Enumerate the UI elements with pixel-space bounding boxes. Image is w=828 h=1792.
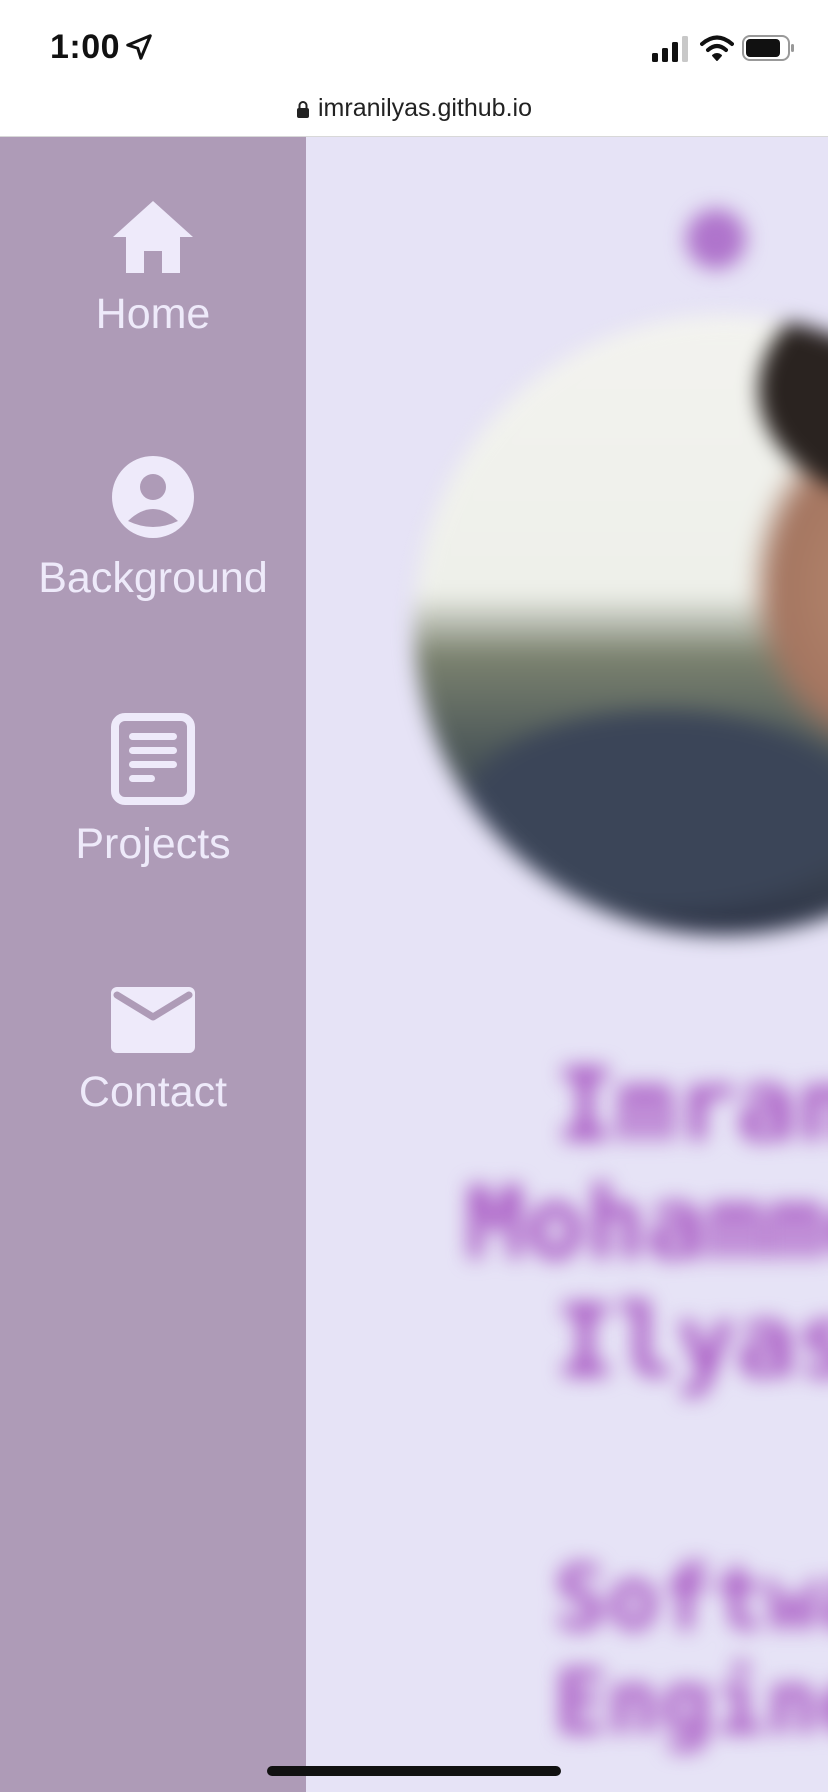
sidebar-item-label: Projects <box>75 820 231 868</box>
battery-icon <box>742 35 794 61</box>
location-arrow-icon <box>126 34 152 60</box>
envelope-icon <box>111 987 195 1053</box>
sidebar-item-home[interactable]: Home <box>0 199 306 339</box>
name-line: Mohammed <box>465 1165 828 1282</box>
menu-toggle-button[interactable] <box>686 209 746 269</box>
status-bar: 1:00 <box>0 0 828 88</box>
document-icon <box>111 713 195 805</box>
url-text: imranilyas.github.io <box>318 94 532 122</box>
role-line: Engineer <box>554 1651 828 1754</box>
url-display[interactable]: imranilyas.github.io <box>0 94 828 123</box>
sidebar-item-label: Contact <box>78 1068 228 1116</box>
lock-icon <box>297 101 309 118</box>
home-indicator[interactable] <box>267 1766 561 1776</box>
sidebar-item-background[interactable]: Background <box>0 455 306 603</box>
status-time: 1:00 <box>50 28 121 66</box>
user-circle-icon <box>112 456 194 538</box>
sidebar-item-contact[interactable]: Contact <box>0 987 306 1117</box>
page-content: Imran Mohammed Ilyas Software Engineer H… <box>0 137 828 1792</box>
cellular-signal-icon <box>652 36 688 62</box>
profile-photo <box>414 315 828 935</box>
name-line: Ilyas <box>555 1283 828 1400</box>
role-line: Software <box>554 1547 828 1650</box>
profile-name: Imran Mohammed Ilyas <box>376 1047 828 1401</box>
browser-url-bar[interactable]: imranilyas.github.io <box>0 88 828 137</box>
home-icon <box>113 201 193 273</box>
wifi-icon <box>700 35 734 61</box>
name-line: Imran <box>555 1047 828 1164</box>
sidebar-item-projects[interactable]: Projects <box>0 713 306 869</box>
main-section: Imran Mohammed Ilyas Software Engineer <box>306 137 828 1792</box>
sidebar-item-label: Background <box>38 554 268 602</box>
profile-role: Software Engineer <box>436 1547 828 1755</box>
sidebar-item-label: Home <box>95 290 211 338</box>
sidebar-nav: Home Background Projects Contact <box>0 137 306 1792</box>
